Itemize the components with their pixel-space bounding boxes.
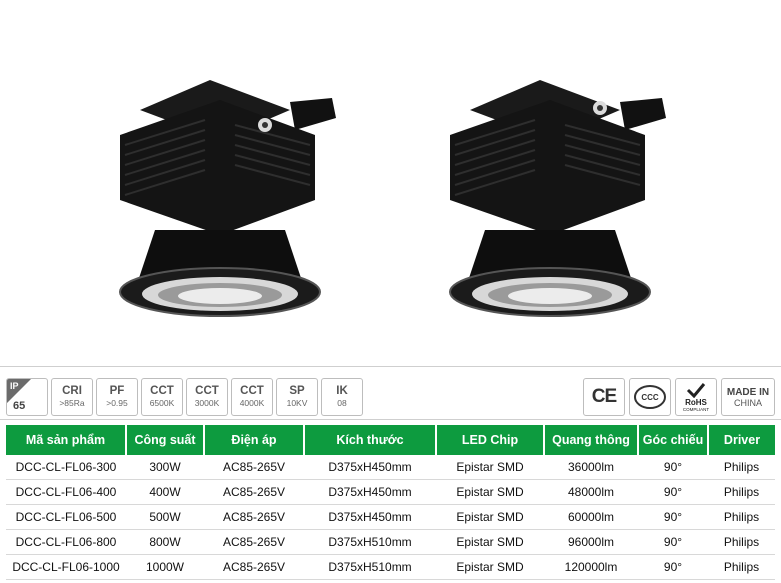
badge-value: >0.95 xyxy=(106,398,128,408)
cell-driver: Philips xyxy=(708,529,775,555)
ce-mark-icon: CE xyxy=(583,378,625,416)
cell-led-chip: Epistar SMD xyxy=(436,455,544,480)
cell-luminous-flux: 60000lm xyxy=(544,504,638,530)
ip-label: IP xyxy=(10,381,19,391)
cell-led-chip: Epistar SMD xyxy=(436,529,544,555)
badge-sp: SP 10KV xyxy=(276,378,318,416)
header-luminous-flux: Quang thông xyxy=(544,425,639,455)
certification-badges: CE CCC RoHS COMPLIANT MADE IN CHINA xyxy=(583,378,775,416)
rohs-sub-label: COMPLIANT xyxy=(682,406,710,412)
ccc-mark-icon: CCC xyxy=(629,378,671,416)
cell-driver: Philips xyxy=(708,554,775,580)
cell-power: 800W xyxy=(126,529,204,555)
cell-power: 400W xyxy=(126,479,204,505)
cell-voltage: AC85-265V xyxy=(204,479,304,505)
ip-value: 65 xyxy=(13,400,26,412)
made-in-line1: MADE IN xyxy=(726,386,770,398)
cell-product-code: DCC-CL-FL06-400 xyxy=(6,479,126,505)
cell-voltage: AC85-265V xyxy=(204,504,304,530)
badge-cct-3000: CCT 3000K xyxy=(186,378,228,416)
badge-ik: IK 08 xyxy=(321,378,363,416)
badge-title: CCT xyxy=(195,385,219,397)
cell-beam-angle: 90° xyxy=(638,479,708,505)
made-in-line2: CHINA xyxy=(733,397,762,408)
table-row: DCC-CL-FL06-800 800W AC85-265V D375xH510… xyxy=(6,529,775,555)
cell-beam-angle: 90° xyxy=(638,554,708,580)
badge-title: CCT xyxy=(150,385,174,397)
high-bay-lamp-image-left xyxy=(119,80,336,317)
badge-value: 08 xyxy=(337,398,347,408)
header-power: Công suất xyxy=(126,425,205,455)
table-header-row: Mã sản phẩm Công suất Điện áp Kích thước… xyxy=(6,425,775,455)
cell-led-chip: Epistar SMD xyxy=(436,504,544,530)
table-row: DCC-CL-FL06-500 500W AC85-265V D375xH450… xyxy=(6,504,775,530)
badge-pf: PF >0.95 xyxy=(96,378,138,416)
table-row: DCC-CL-FL06-1000 1000W AC85-265V D375xH5… xyxy=(6,554,775,580)
badge-title: SP xyxy=(289,385,305,397)
header-beam-angle: Góc chiếu xyxy=(638,425,709,455)
divider-top xyxy=(0,366,781,367)
badge-title: CCT xyxy=(240,385,264,397)
header-led-chip: LED Chip xyxy=(436,425,545,455)
cell-driver: Philips xyxy=(708,455,775,480)
cell-power: 1000W xyxy=(126,554,204,580)
cell-luminous-flux: 96000lm xyxy=(544,529,638,555)
header-product-code: Mã sản phẩm xyxy=(6,425,127,455)
badge-value: 6500K xyxy=(149,398,175,408)
rohs-check-icon xyxy=(686,382,706,398)
cell-beam-angle: 90° xyxy=(638,529,708,555)
cell-dimensions: D375xH450mm xyxy=(304,504,436,530)
badge-cri: CRI >85Ra xyxy=(51,378,93,416)
high-bay-lamp-image-right xyxy=(449,80,666,317)
cell-product-code: DCC-CL-FL06-500 xyxy=(6,504,126,530)
header-voltage: Điện áp xyxy=(204,425,305,455)
header-dimensions: Kích thước xyxy=(304,425,437,455)
cell-dimensions: D375xH510mm xyxy=(304,529,436,555)
badge-value: >85Ra xyxy=(59,398,85,408)
ccc-label: CCC xyxy=(641,392,659,402)
cell-luminous-flux: 48000lm xyxy=(544,479,638,505)
product-spec-table: Mã sản phẩm Công suất Điện áp Kích thước… xyxy=(6,425,775,580)
rohs-mark-icon: RoHS COMPLIANT xyxy=(675,378,717,416)
cell-beam-angle: 90° xyxy=(638,455,708,480)
cell-luminous-flux: 120000lm xyxy=(544,554,638,580)
cell-led-chip: Epistar SMD xyxy=(436,479,544,505)
rohs-label: RoHS xyxy=(685,397,707,407)
cell-power: 500W xyxy=(126,504,204,530)
table-row: DCC-CL-FL06-400 400W AC85-265V D375xH450… xyxy=(6,479,775,505)
cell-product-code: DCC-CL-FL06-300 xyxy=(6,455,126,480)
badge-title: PF xyxy=(109,385,125,397)
cell-dimensions: D375xH450mm xyxy=(304,455,436,480)
cell-product-code: DCC-CL-FL06-1000 xyxy=(6,554,126,580)
cell-voltage: AC85-265V xyxy=(204,455,304,480)
cell-dimensions: D375xH510mm xyxy=(304,554,436,580)
product-photos xyxy=(0,0,781,366)
cell-dimensions: D375xH450mm xyxy=(304,479,436,505)
ip-rating-badge: IP 65 xyxy=(6,378,48,416)
header-driver: Driver xyxy=(708,425,775,455)
badge-value: 4000K xyxy=(239,398,265,408)
badge-value: 10KV xyxy=(286,398,308,408)
cell-beam-angle: 90° xyxy=(638,504,708,530)
cell-driver: Philips xyxy=(708,479,775,505)
made-in-badge: MADE IN CHINA xyxy=(721,378,775,416)
badge-value: 3000K xyxy=(194,398,220,408)
badge-cct-6500: CCT 6500K xyxy=(141,378,183,416)
badge-title: CRI xyxy=(62,385,82,397)
cell-driver: Philips xyxy=(708,504,775,530)
cell-voltage: AC85-265V xyxy=(204,529,304,555)
cell-power: 300W xyxy=(126,455,204,480)
ce-label: CE xyxy=(591,386,617,407)
cell-led-chip: Epistar SMD xyxy=(436,554,544,580)
cell-luminous-flux: 36000lm xyxy=(544,455,638,480)
divider-bottom xyxy=(0,419,781,420)
spec-badges: IP 65 CRI >85Ra PF >0.95 CCT 6500K CCT 3000K… xyxy=(6,378,363,416)
table-row: DCC-CL-FL06-300 300W AC85-265V D375xH450… xyxy=(6,455,775,480)
badge-title: IK xyxy=(336,385,348,397)
badge-cct-4000: CCT 4000K xyxy=(231,378,273,416)
cell-product-code: DCC-CL-FL06-800 xyxy=(6,529,126,555)
cell-voltage: AC85-265V xyxy=(204,554,304,580)
